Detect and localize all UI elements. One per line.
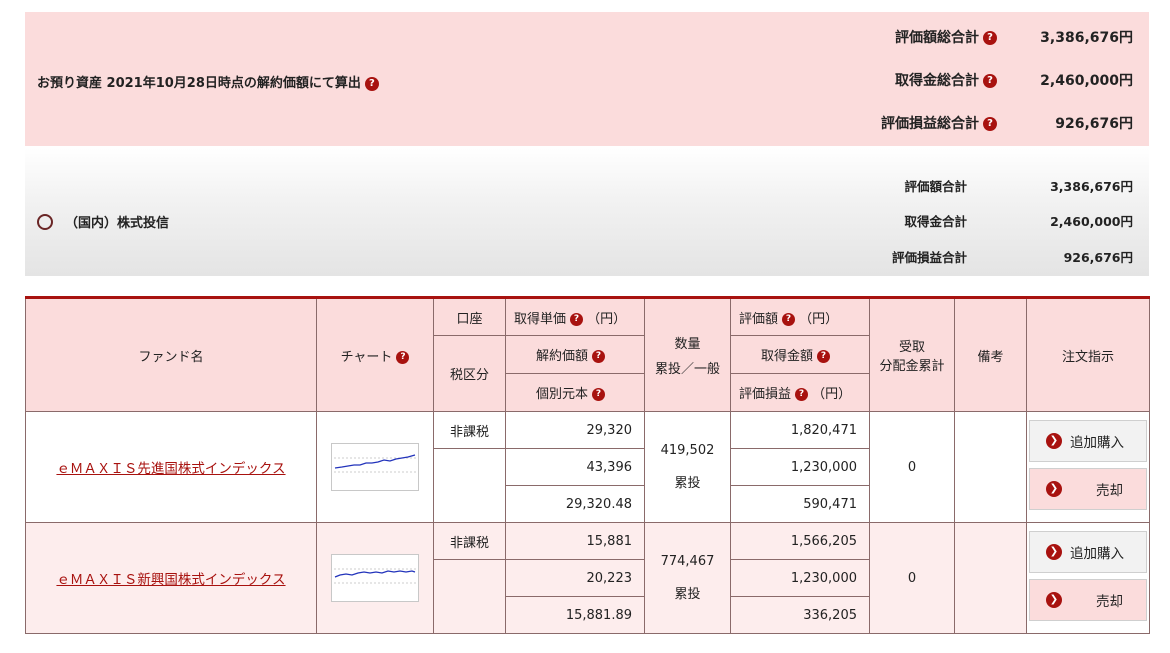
unit-cost: 29,320 — [505, 411, 645, 449]
quantity-cell: 774,467 累投 — [644, 522, 731, 634]
principal: 15,881.89 — [505, 596, 645, 634]
fund-table: ファンド名 チャート? 口座 取得単価? （円） 数量 累投／一般 評価額? （円… — [25, 296, 1150, 634]
fund-name-cell: ｅＭＡＸＩＳ先進国株式インデックス — [25, 411, 317, 523]
chart-cell — [316, 411, 434, 523]
arrow-right-icon: ❯ — [1046, 592, 1062, 608]
header-valuation: 評価額? （円） — [730, 297, 870, 336]
arrow-right-icon: ❯ — [1046, 433, 1062, 449]
category-cost-row: 取得金合計 2,460,000円 — [904, 213, 1133, 229]
category-label: （国内）株式投信 — [65, 216, 170, 231]
chart-cell — [316, 522, 434, 634]
header-order: 注文指示 — [1026, 297, 1150, 412]
principal: 29,320.48 — [505, 485, 645, 523]
fund-name-cell: ｅＭＡＸＩＳ新興国株式インデックス — [25, 522, 317, 634]
header-fund-name: ファンド名 — [25, 297, 317, 412]
help-icon[interactable]: ? — [795, 388, 809, 401]
chart-thumbnail[interactable] — [331, 443, 419, 491]
tax-type: 非課税 — [433, 411, 506, 449]
help-icon[interactable]: ? — [817, 350, 831, 363]
additional-purchase-button[interactable]: ❯ 追加購入 — [1029, 531, 1147, 573]
additional-purchase-button[interactable]: ❯ 追加購入 — [1029, 420, 1147, 462]
category-pnl-row: 評価損益合計 926,676円 — [891, 249, 1133, 265]
header-tax: 税区分 — [433, 335, 506, 412]
help-icon[interactable]: ? — [364, 76, 379, 91]
cost-amount: 1,230,000 — [730, 559, 870, 597]
table-row: ｅＭＡＸＩＳ新興国株式インデックス 非課税 15,881 774,467 累投 1… — [25, 522, 1150, 634]
header-cost-amount: 取得金額? — [730, 335, 870, 374]
header-account: 口座 — [433, 297, 506, 336]
dividend: 0 — [869, 522, 955, 634]
chart-thumbnail[interactable] — [331, 554, 419, 602]
quantity-cell: 419,502 累投 — [644, 411, 731, 523]
header-quantity: 数量 累投／一般 — [644, 297, 731, 412]
dividend: 0 — [869, 411, 955, 523]
category-radio[interactable] — [37, 214, 53, 230]
help-icon[interactable]: ? — [570, 312, 584, 326]
help-icon[interactable]: ? — [983, 74, 997, 88]
nav: 43,396 — [505, 448, 645, 486]
header-principal: 個別元本? — [505, 373, 645, 412]
asset-label: お預り資産 2021年10月28日時点の解約価額にて算出? — [37, 72, 379, 91]
header-chart: チャート? — [316, 297, 434, 412]
category-section: （国内）株式投信 評価額合計 3,386,676円 取得金合計 2,460,00… — [25, 148, 1149, 276]
help-icon[interactable]: ? — [592, 388, 606, 401]
asset-summary: お預り資産 2021年10月28日時点の解約価額にて算出? 評価額総合計? 3,… — [25, 12, 1149, 146]
help-icon[interactable]: ? — [983, 31, 997, 45]
table-row: ｅＭＡＸＩＳ先進国株式インデックス 非課税 29,320 419,502 累投 1… — [25, 411, 1150, 523]
fund-link[interactable]: ｅＭＡＸＩＳ先進国株式インデックス — [56, 461, 285, 477]
help-icon[interactable]: ? — [592, 350, 606, 363]
arrow-right-icon: ❯ — [1046, 481, 1062, 497]
fund-link[interactable]: ｅＭＡＸＩＳ新興国株式インデックス — [56, 572, 285, 588]
remarks — [954, 411, 1027, 523]
total-pnl-row: 評価損益総合計? 926,676円 — [881, 116, 1133, 132]
header-nav: 解約価額? — [505, 335, 645, 374]
unit-cost: 15,881 — [505, 522, 645, 560]
pnl: 590,471 — [730, 485, 870, 523]
arrow-right-icon: ❯ — [1046, 544, 1062, 560]
order-cell: ❯ 追加購入 ❯ 売却 — [1026, 522, 1150, 634]
header-dividend: 受取 分配金累計 — [869, 297, 955, 412]
header-pnl: 評価損益? （円） — [730, 373, 870, 412]
valuation: 1,820,471 — [730, 411, 870, 449]
total-cost-row: 取得金総合計? 2,460,000円 — [895, 73, 1133, 89]
help-icon[interactable]: ? — [983, 117, 997, 131]
category-valuation-row: 評価額合計 3,386,676円 — [904, 178, 1133, 194]
help-icon[interactable]: ? — [396, 350, 410, 364]
header-unit-cost: 取得単価? （円） — [505, 297, 645, 336]
sell-button[interactable]: ❯ 売却 — [1029, 468, 1147, 510]
valuation: 1,566,205 — [730, 522, 870, 560]
nav: 20,223 — [505, 559, 645, 597]
remarks — [954, 522, 1027, 634]
help-icon[interactable]: ? — [782, 312, 796, 326]
total-valuation-row: 評価額総合計? 3,386,676円 — [895, 30, 1133, 46]
order-cell: ❯ 追加購入 ❯ 売却 — [1026, 411, 1150, 523]
tax-type: 非課税 — [433, 522, 506, 560]
cost-amount: 1,230,000 — [730, 448, 870, 486]
header-remarks: 備考 — [954, 297, 1027, 412]
pnl: 336,205 — [730, 596, 870, 634]
sell-button[interactable]: ❯ 売却 — [1029, 579, 1147, 621]
